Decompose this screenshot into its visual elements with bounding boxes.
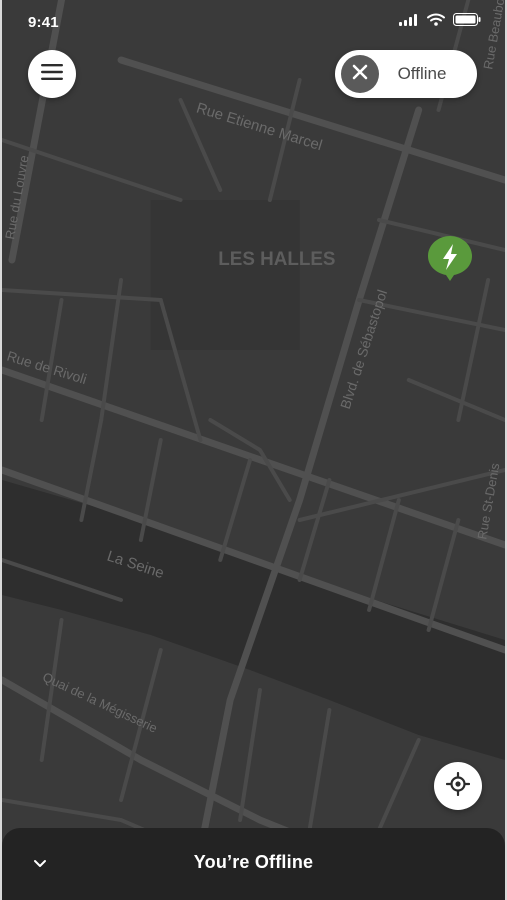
close-icon <box>352 64 368 85</box>
menu-button[interactable] <box>28 50 76 98</box>
offline-status-title: You’re Offline <box>193 851 314 872</box>
cellular-signal-icon <box>399 13 419 31</box>
toggle-label: Offline <box>397 64 447 83</box>
status-icons <box>399 13 481 31</box>
map-view[interactable]: Rue Etienne Marcel LES HALLES Blvd. de S… <box>2 0 505 900</box>
status-bar: 9:41 <box>2 0 505 44</box>
online-offline-toggle[interactable]: Offline <box>335 50 477 98</box>
les-halles-park <box>150 200 300 350</box>
hamburger-menu-icon <box>41 63 63 85</box>
wifi-icon <box>427 13 445 31</box>
bottom-sheet[interactable]: You’re Offline <box>2 828 505 900</box>
status-time: 9:41 <box>28 13 59 31</box>
app-screen: Rue Etienne Marcel LES HALLES Blvd. de S… <box>0 0 507 900</box>
chevron-down-icon[interactable] <box>30 856 50 872</box>
map-canvas[interactable]: Rue Etienne Marcel LES HALLES Blvd. de S… <box>2 0 505 900</box>
battery-icon <box>453 13 481 31</box>
crosshair-locate-icon <box>445 771 471 801</box>
map-label-les-halles: LES HALLES <box>218 249 335 270</box>
locate-me-button[interactable] <box>434 762 482 810</box>
charging-station-pin[interactable] <box>426 234 474 282</box>
toggle-knob[interactable] <box>341 55 379 93</box>
